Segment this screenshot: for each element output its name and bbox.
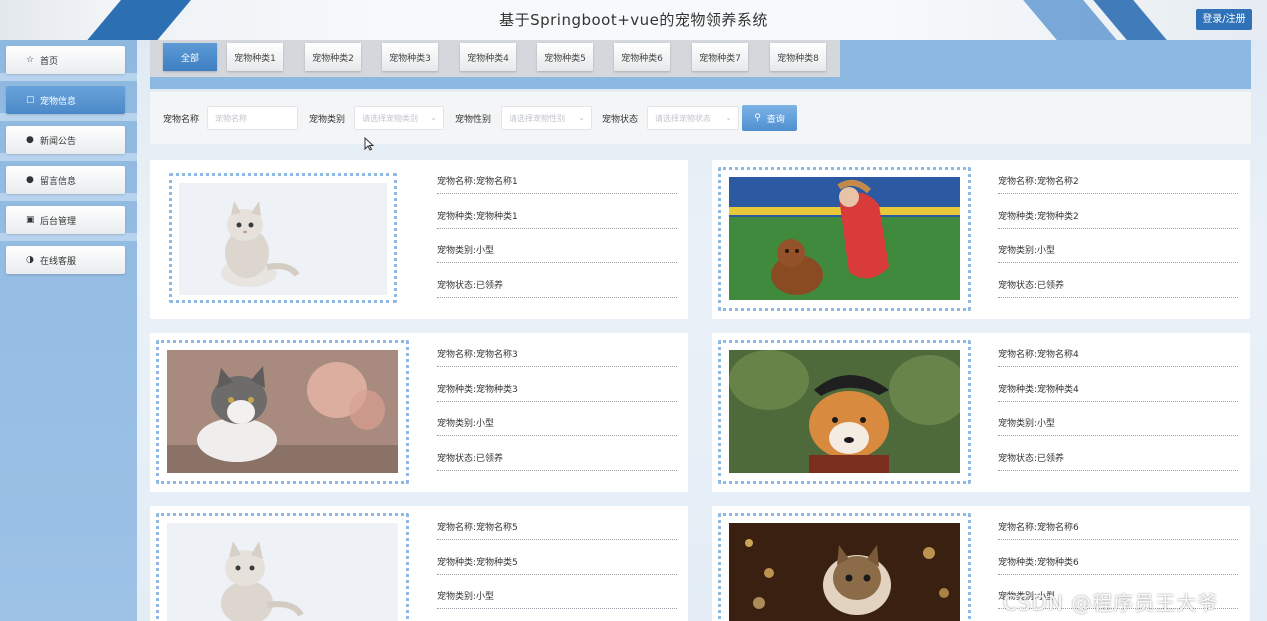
sidebar-decoration xyxy=(0,73,137,81)
tab-pet-kind-8[interactable]: 宠物种类8 xyxy=(770,43,826,71)
chevron-down-icon: ⌄ xyxy=(578,113,585,122)
pet-category-label: 宠物类别 xyxy=(309,115,346,125)
sidebar-item-label: 后台管理 xyxy=(40,216,77,227)
pet-photo[interactable] xyxy=(167,523,398,621)
pet-name-input[interactable]: 宠物名称 xyxy=(207,106,298,130)
pet-name-text: 宠物名称:宠物名称5 xyxy=(437,506,677,540)
query-button-label: 查询 xyxy=(766,114,785,125)
pet-category-text: 宠物类别:小型 xyxy=(437,229,677,263)
sidebar-item-label: 留言信息 xyxy=(40,176,77,187)
pet-name-text: 宠物名称:宠物名称2 xyxy=(998,160,1238,194)
pet-name-label: 宠物名称 xyxy=(163,115,200,125)
poodle-with-woman-image xyxy=(729,177,960,300)
tab-pet-kind-1[interactable]: 宠物种类1 xyxy=(227,43,283,71)
pet-photo[interactable] xyxy=(729,177,960,300)
pet-card[interactable]: 宠物名称:宠物名称5 宠物种类:宠物种类5 宠物类别:小型 xyxy=(150,506,688,621)
headset-icon: ◑ xyxy=(26,255,34,265)
sidebar-item-messages[interactable]: ● 留言信息 xyxy=(6,166,125,194)
pet-card[interactable]: 宠物名称:宠物名称2 宠物种类:宠物种类2 宠物类别:小型 宠物状态:已领养 xyxy=(712,160,1250,319)
sidebar-item-home[interactable]: ☆ 首页 xyxy=(6,46,125,74)
question-icon: ● xyxy=(26,175,34,185)
sidebar-decoration xyxy=(0,193,137,201)
home-icon: ☆ xyxy=(26,55,35,65)
pet-kind-text: 宠物种类:宠物种类1 xyxy=(437,195,677,229)
tab-pet-kind-2[interactable]: 宠物种类2 xyxy=(305,43,361,71)
pet-name-text: 宠物名称:宠物名称1 xyxy=(437,160,677,194)
pet-kind-text: 宠物种类:宠物种类3 xyxy=(437,368,677,402)
pet-category-text: 宠物类别:小型 xyxy=(998,229,1238,263)
pet-status-placeholder: 请选择宠物状态 xyxy=(655,113,711,123)
pet-category-placeholder: 请选择宠物类别 xyxy=(362,113,418,123)
white-kitten-image xyxy=(167,523,398,621)
sidebar-item-support[interactable]: ◑ 在线客服 xyxy=(6,246,125,274)
pet-status-text: 宠物状态:已领养 xyxy=(998,437,1238,471)
grey-white-cat-image xyxy=(167,350,398,473)
search-bar: 宠物名称 宠物名称 宠物类别 请选择宠物类别 ⌄ 宠物性别 请选择宠物性别 ⌄ … xyxy=(150,92,1251,144)
pet-photo[interactable] xyxy=(179,183,387,295)
pet-status-text: 宠物状态:已领养 xyxy=(437,264,677,298)
sidebar-item-admin[interactable]: ▣ 后台管理 xyxy=(6,206,125,234)
sidebar-item-label: 首页 xyxy=(40,56,59,67)
pet-status-text: 宠物状态:已领养 xyxy=(998,264,1238,298)
pet-card[interactable]: 宠物名称:宠物名称4 宠物种类:宠物种类4 宠物类别:小型 宠物状态:已领养 xyxy=(712,333,1250,492)
pet-category-select[interactable]: 请选择宠物类别 ⌄ xyxy=(354,106,444,130)
pet-kind-text: 宠物种类:宠物种类2 xyxy=(998,195,1238,229)
sidebar-decoration xyxy=(0,113,137,121)
pet-status-select[interactable]: 请选择宠物状态 ⌄ xyxy=(647,106,739,130)
sidebar-item-label: 宠物信息 xyxy=(40,96,77,107)
pet-photo[interactable] xyxy=(167,350,398,473)
pet-name-text: 宠物名称:宠物名称3 xyxy=(437,333,677,367)
pet-status-text: 宠物状态:已领养 xyxy=(437,437,677,471)
chevron-down-icon: ⌄ xyxy=(725,113,732,122)
pet-sex-placeholder: 请选择宠物性别 xyxy=(509,113,565,123)
sidebar-item-label: 新闻公告 xyxy=(40,136,77,147)
tab-pet-kind-3[interactable]: 宠物种类3 xyxy=(382,43,438,71)
pet-name-text: 宠物名称:宠物名称4 xyxy=(998,333,1238,367)
sidebar-decoration xyxy=(0,153,137,161)
tab-pet-kind-5[interactable]: 宠物种类5 xyxy=(537,43,593,71)
sidebar-item-news[interactable]: ● 新闻公告 xyxy=(6,126,125,154)
briefcase-icon: ▣ xyxy=(26,215,35,225)
query-button[interactable]: ⚲ 查询 xyxy=(742,105,797,131)
pet-category-text: 宠物类别:小型 xyxy=(998,402,1238,436)
pet-category-text: 宠物类别:小型 xyxy=(437,575,677,609)
pet-status-label: 宠物状态 xyxy=(602,115,639,125)
search-icon: ⚲ xyxy=(754,113,761,123)
page-title: 基于Springboot+vue的宠物领养系统 xyxy=(499,11,768,29)
tabby-cat-lights-image xyxy=(729,523,960,621)
pet-photo[interactable] xyxy=(729,523,960,621)
pet-card[interactable]: 宠物名称:宠物名称3 宠物种类:宠物种类3 宠物类别:小型 宠物状态:已领养 xyxy=(150,333,688,492)
tab-pet-kind-7[interactable]: 宠物种类7 xyxy=(692,43,748,71)
sidebar-item-label: 在线客服 xyxy=(40,256,77,267)
sidebar-decoration xyxy=(0,233,137,241)
white-kitten-image xyxy=(179,183,387,295)
pet-kind-text: 宠物种类:宠物种类6 xyxy=(998,541,1238,575)
login-register-button[interactable]: 登录/注册 xyxy=(1196,9,1252,30)
pet-photo[interactable] xyxy=(729,350,960,473)
info-icon: ● xyxy=(26,135,34,145)
pet-kind-text: 宠物种类:宠物种类4 xyxy=(998,368,1238,402)
pet-category-text: 宠物类别:小型 xyxy=(437,402,677,436)
mouse-cursor-icon xyxy=(364,137,374,151)
tab-pet-kind-4[interactable]: 宠物种类4 xyxy=(460,43,516,71)
chevron-down-icon: ⌄ xyxy=(430,113,437,122)
pet-card[interactable]: 宠物名称:宠物名称1 宠物种类:宠物种类1 宠物类别:小型 宠物状态:已领养 xyxy=(150,160,688,319)
watermark-text: CSDN @程序员王大爷 xyxy=(1003,591,1219,615)
top-header: 基于Springboot+vue的宠物领养系统 xyxy=(0,0,1267,40)
pet-sex-label: 宠物性别 xyxy=(455,115,492,125)
pet-name-text: 宠物名称:宠物名称6 xyxy=(998,506,1238,540)
sidebar-item-pet-info[interactable]: ▢ 宠物信息 xyxy=(6,86,125,114)
pet-kind-text: 宠物种类:宠物种类5 xyxy=(437,541,677,575)
bag-icon: ▢ xyxy=(26,95,35,105)
pet-name-placeholder: 宠物名称 xyxy=(215,113,247,123)
tab-all[interactable]: 全部 xyxy=(163,43,217,71)
corgi-pirate-image xyxy=(729,350,960,473)
tab-pet-kind-6[interactable]: 宠物种类6 xyxy=(614,43,670,71)
pet-sex-select[interactable]: 请选择宠物性别 ⌄ xyxy=(501,106,592,130)
